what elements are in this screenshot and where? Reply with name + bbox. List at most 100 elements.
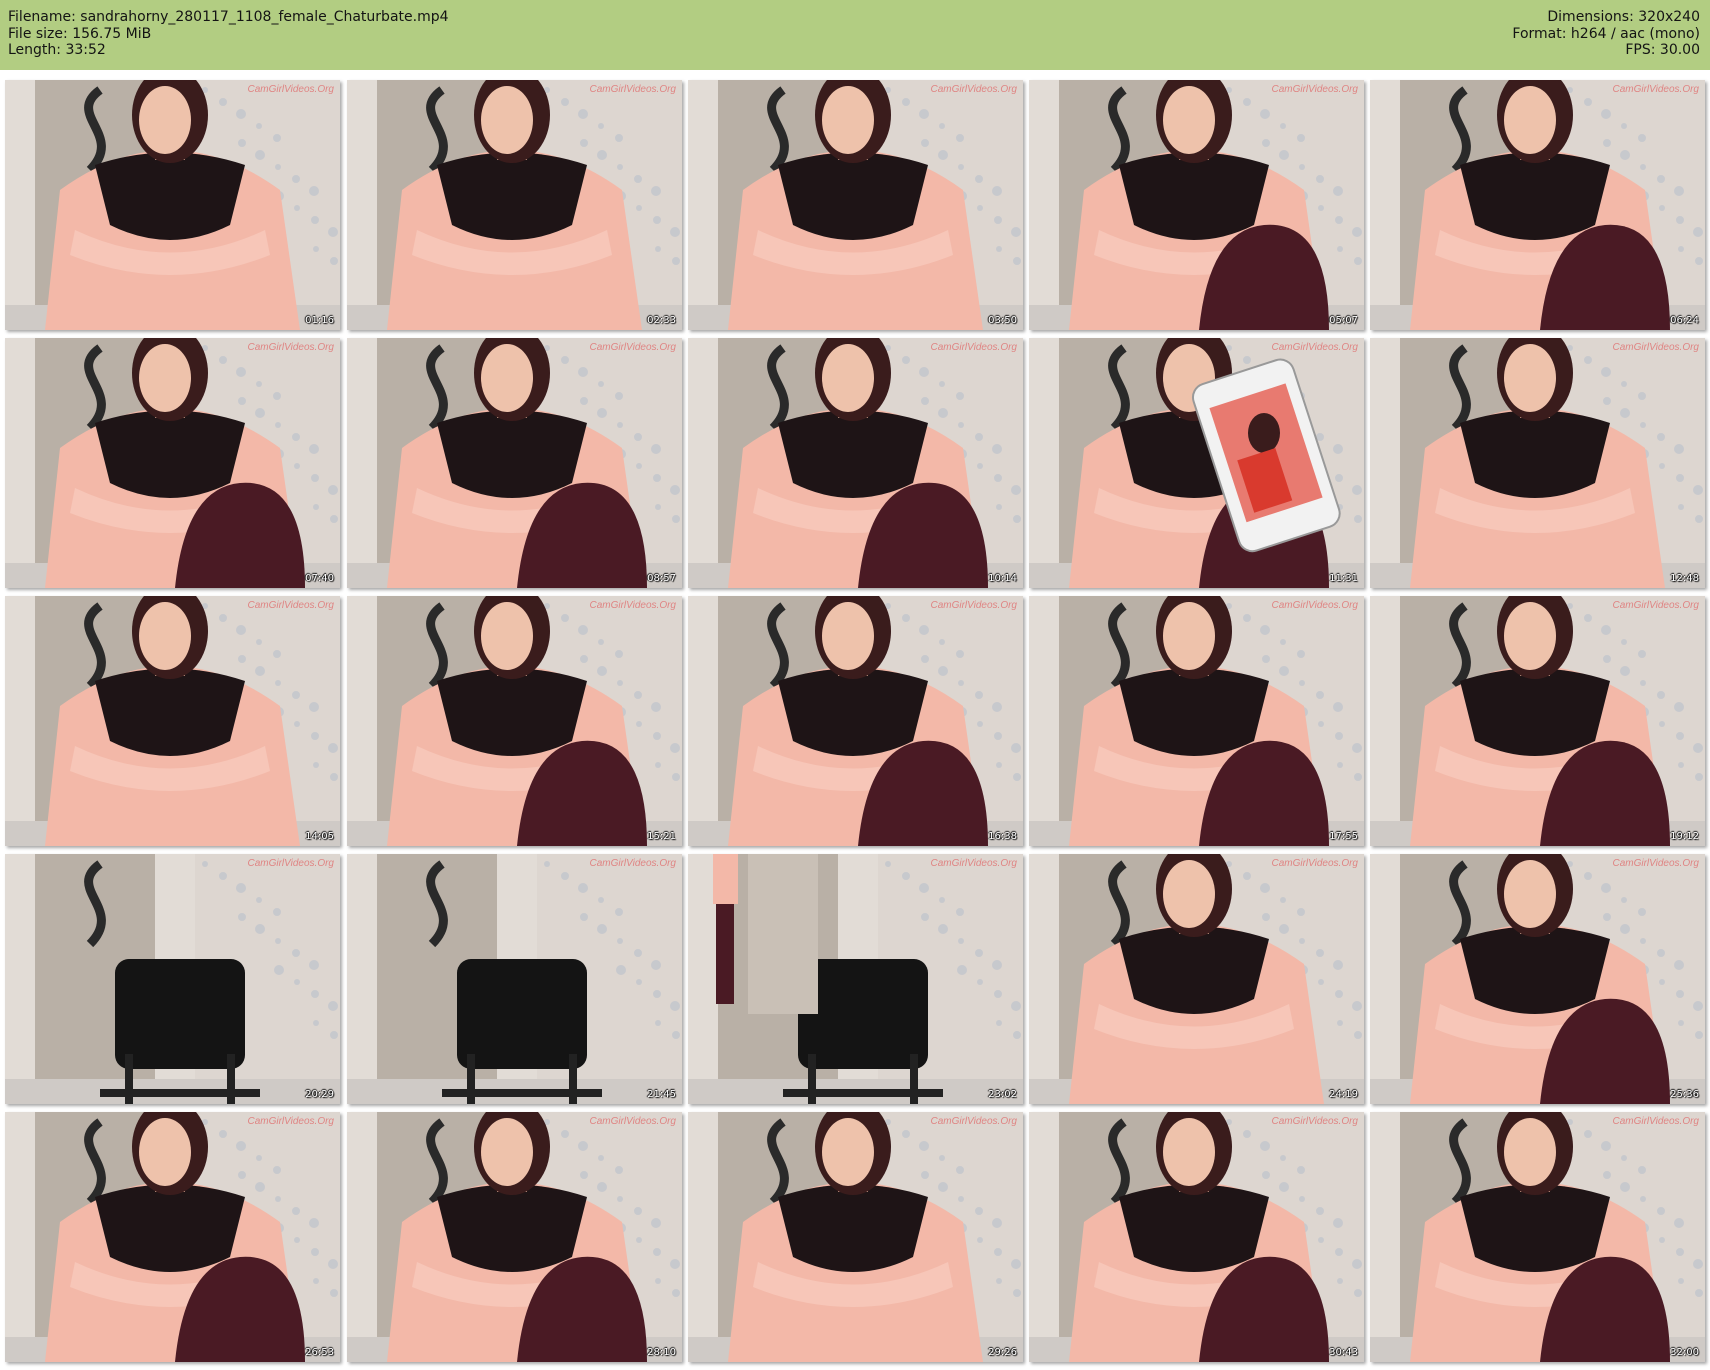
timestamp-text: 14:05 [305, 831, 334, 842]
video-thumbnail[interactable]: CamGirlVideos.Org 14:05 [5, 596, 340, 846]
timestamp-text: 24:19 [1329, 1089, 1358, 1100]
timestamp-text: 03:50 [988, 315, 1017, 326]
thumbnail-frame-image [1370, 338, 1705, 588]
thumbnail-frame-image [1029, 80, 1364, 330]
watermark-text: CamGirlVideos.Org [247, 1116, 334, 1127]
thumbnail-frame-image [347, 80, 682, 330]
thumbnail-frame-image [5, 1112, 340, 1362]
video-thumbnail[interactable]: CamGirlVideos.Org 01:16 [5, 80, 340, 330]
timestamp-text: 21:45 [647, 1089, 676, 1100]
timestamp-text: 06:24 [1670, 315, 1699, 326]
length-text: Length: 33:52 [8, 42, 106, 58]
timestamp-text: 32:00 [1670, 1347, 1699, 1358]
timestamp-text: 23:02 [988, 1089, 1017, 1100]
watermark-text: CamGirlVideos.Org [1271, 342, 1358, 353]
video-thumbnail[interactable]: CamGirlVideos.Org 05:07 [1029, 80, 1364, 330]
watermark-text: CamGirlVideos.Org [930, 600, 1017, 611]
thumbnail-frame-image [688, 338, 1023, 588]
thumbnail-frame-image [1370, 1112, 1705, 1362]
file-info: Filename: sandrahorny_280117_1108_female… [8, 9, 449, 59]
watermark-text: CamGirlVideos.Org [247, 84, 334, 95]
video-thumbnail[interactable]: CamGirlVideos.Org 23:02 [688, 854, 1023, 1104]
watermark-text: CamGirlVideos.Org [247, 858, 334, 869]
thumbnail-frame-image [347, 338, 682, 588]
video-thumbnail[interactable]: CamGirlVideos.Org 06:24 [1370, 80, 1705, 330]
thumbnail-frame-image [5, 338, 340, 588]
watermark-text: CamGirlVideos.Org [1271, 858, 1358, 869]
video-thumbnail[interactable]: CamGirlVideos.Org 03:50 [688, 80, 1023, 330]
watermark-text: CamGirlVideos.Org [1271, 600, 1358, 611]
thumbnail-frame-image [1029, 596, 1364, 846]
video-thumbnail[interactable]: CamGirlVideos.Org 07:40 [5, 338, 340, 588]
timestamp-text: 28:10 [647, 1347, 676, 1358]
watermark-text: CamGirlVideos.Org [589, 600, 676, 611]
video-thumbnail[interactable]: CamGirlVideos.Org 29:26 [688, 1112, 1023, 1362]
fps-text: FPS: 30.00 [1625, 42, 1700, 58]
thumbnail-frame-image [688, 80, 1023, 330]
thumbnail-frame-image [688, 596, 1023, 846]
watermark-text: CamGirlVideos.Org [1612, 600, 1699, 611]
info-header: Filename: sandrahorny_280117_1108_female… [0, 0, 1710, 70]
watermark-text: CamGirlVideos.Org [589, 858, 676, 869]
thumbnail-frame-image [1029, 854, 1364, 1104]
thumbnail-frame-image [1029, 338, 1364, 588]
timestamp-text: 07:40 [305, 573, 334, 584]
thumbnail-frame-image [688, 1112, 1023, 1362]
thumbnail-frame-image [688, 854, 1023, 1104]
video-thumbnail[interactable]: CamGirlVideos.Org 08:57 [347, 338, 682, 588]
watermark-text: CamGirlVideos.Org [1271, 1116, 1358, 1127]
timestamp-text: 30:43 [1329, 1347, 1358, 1358]
watermark-text: CamGirlVideos.Org [1612, 84, 1699, 95]
video-thumbnail[interactable]: CamGirlVideos.Org 24:19 [1029, 854, 1364, 1104]
thumbnail-frame-image [347, 854, 682, 1104]
video-thumbnail[interactable]: CamGirlVideos.Org 25:36 [1370, 854, 1705, 1104]
thumbnail-frame-image [1370, 854, 1705, 1104]
watermark-text: CamGirlVideos.Org [930, 858, 1017, 869]
thumbnail-frame-image [347, 596, 682, 846]
thumbnail-frame-image [347, 1112, 682, 1362]
video-thumbnail[interactable]: CamGirlVideos.Org 26:53 [5, 1112, 340, 1362]
timestamp-text: 25:36 [1670, 1089, 1699, 1100]
video-thumbnail[interactable]: CamGirlVideos.Org 10:14 [688, 338, 1023, 588]
timestamp-text: 08:57 [647, 573, 676, 584]
video-thumbnail[interactable]: CamGirlVideos.Org 17:55 [1029, 596, 1364, 846]
timestamp-text: 29:26 [988, 1347, 1017, 1358]
video-thumbnail[interactable]: CamGirlVideos.Org 21:45 [347, 854, 682, 1104]
video-thumbnail[interactable]: CamGirlVideos.Org 11:31 [1029, 338, 1364, 588]
watermark-text: CamGirlVideos.Org [247, 600, 334, 611]
video-thumbnail[interactable]: CamGirlVideos.Org 19:12 [1370, 596, 1705, 846]
video-thumbnail[interactable]: CamGirlVideos.Org 16:38 [688, 596, 1023, 846]
thumbnail-frame-image [1029, 1112, 1364, 1362]
video-thumbnail[interactable]: CamGirlVideos.Org 02:33 [347, 80, 682, 330]
timestamp-text: 26:53 [305, 1347, 334, 1358]
thumbnail-frame-image [5, 854, 340, 1104]
stream-info: Dimensions: 320x240 Format: h264 / aac (… [1512, 9, 1700, 59]
timestamp-text: 17:55 [1329, 831, 1358, 842]
watermark-text: CamGirlVideos.Org [1612, 858, 1699, 869]
timestamp-text: 15:21 [647, 831, 676, 842]
timestamp-text: 12:48 [1670, 573, 1699, 584]
timestamp-text: 02:33 [647, 315, 676, 326]
video-thumbnail[interactable]: CamGirlVideos.Org 12:48 [1370, 338, 1705, 588]
timestamp-text: 16:38 [988, 831, 1017, 842]
timestamp-text: 20:29 [305, 1089, 334, 1100]
timestamp-text: 05:07 [1329, 315, 1358, 326]
dimensions-text: Dimensions: 320x240 [1547, 9, 1700, 25]
timestamp-text: 10:14 [988, 573, 1017, 584]
video-thumbnail[interactable]: CamGirlVideos.Org 30:43 [1029, 1112, 1364, 1362]
watermark-text: CamGirlVideos.Org [1612, 1116, 1699, 1127]
watermark-text: CamGirlVideos.Org [930, 1116, 1017, 1127]
video-thumbnail[interactable]: CamGirlVideos.Org 15:21 [347, 596, 682, 846]
watermark-text: CamGirlVideos.Org [589, 342, 676, 353]
video-thumbnail[interactable]: CamGirlVideos.Org 28:10 [347, 1112, 682, 1362]
watermark-text: CamGirlVideos.Org [247, 342, 334, 353]
thumbnail-grid: CamGirlVideos.Org 01:16 CamGirlVideos.Org 0… [0, 76, 1710, 1370]
timestamp-text: 19:12 [1670, 831, 1699, 842]
thumbnail-frame-image [5, 80, 340, 330]
video-thumbnail[interactable]: CamGirlVideos.Org 20:29 [5, 854, 340, 1104]
timestamp-text: 01:16 [305, 315, 334, 326]
video-thumbnail[interactable]: CamGirlVideos.Org 32:00 [1370, 1112, 1705, 1362]
filesize-text: File size: 156.75 MiB [8, 25, 152, 42]
watermark-text: CamGirlVideos.Org [930, 342, 1017, 353]
thumbnail-frame-image [5, 596, 340, 846]
